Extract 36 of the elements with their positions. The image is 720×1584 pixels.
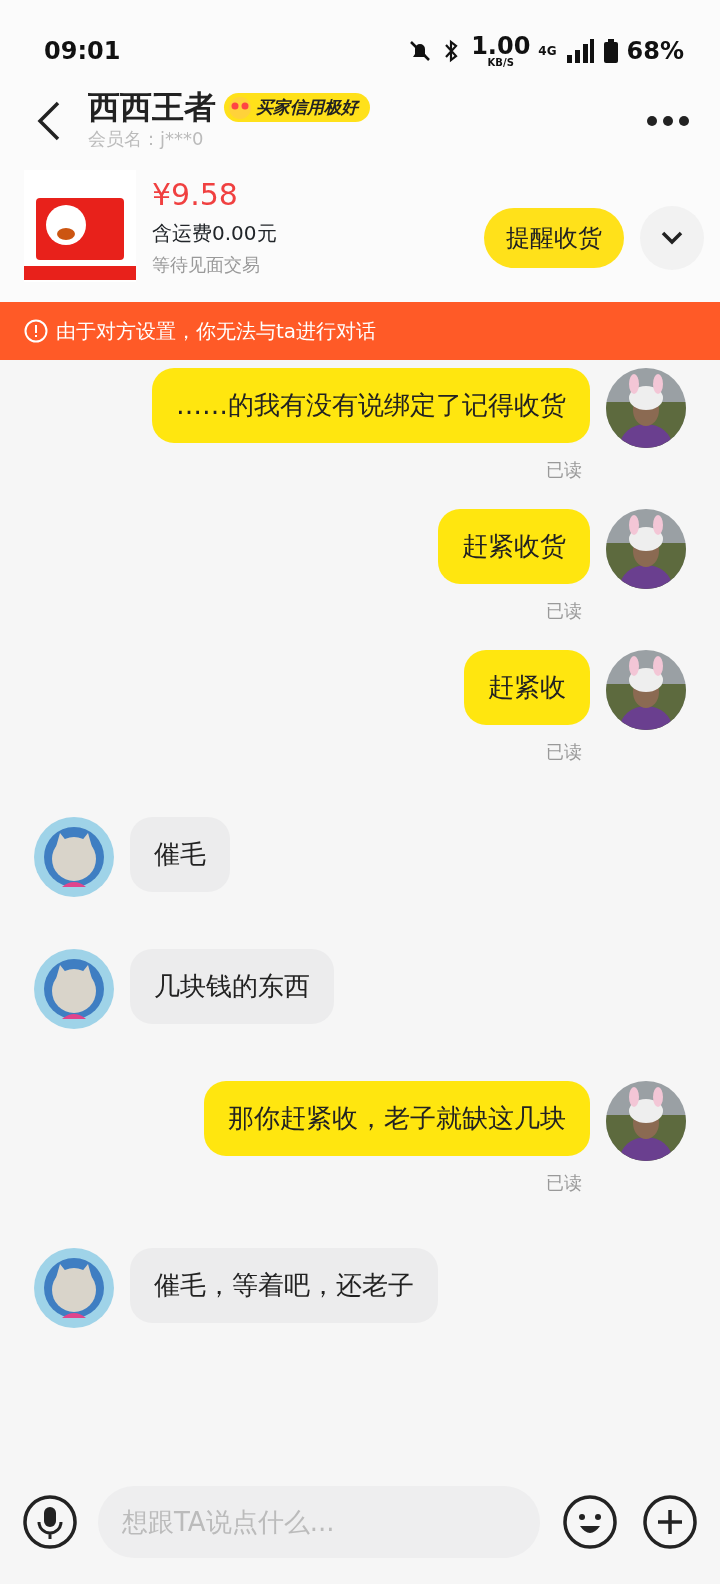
speed-unit: KB/S xyxy=(487,58,514,68)
avatar-icon xyxy=(34,1248,114,1329)
battery-level: 68% xyxy=(626,36,684,67)
status-time: 09:01 xyxy=(44,36,121,67)
contact-name: 西西王者 xyxy=(88,90,216,126)
message-bubble: 赶紧收货 xyxy=(438,509,590,585)
read-receipt: 已读 xyxy=(546,1171,582,1196)
avatar-icon xyxy=(34,949,114,1030)
notice-banner: 由于对方设置，你无法与ta进行对话 xyxy=(0,302,720,361)
chevron-down-icon xyxy=(661,231,683,246)
add-icon[interactable] xyxy=(642,1494,698,1550)
price-text: ¥9.58 xyxy=(152,175,239,214)
credit-badge: 买家信用极好 xyxy=(224,92,370,123)
microphone-icon[interactable] xyxy=(22,1494,78,1550)
trade-status: 等待见面交易 xyxy=(152,254,261,277)
read-receipt: 已读 xyxy=(546,599,582,624)
warning-icon xyxy=(24,319,48,344)
speed-text: 1.00 xyxy=(471,34,531,58)
message-bubble: 催毛 xyxy=(130,817,230,893)
shipping-text: 含运费0.00元 xyxy=(152,221,277,247)
message-bubble: 赶紧收 xyxy=(464,650,590,726)
message-bubble: 那你赶紧收，老子就缺这几块 xyxy=(204,1081,590,1157)
member-name: 会员名：j***0 xyxy=(88,127,205,152)
remind-button[interactable]: 提醒收货 xyxy=(484,208,624,269)
more-icon[interactable] xyxy=(646,115,690,128)
emoji-icon xyxy=(228,95,252,120)
network-type: 4G xyxy=(538,43,557,60)
battery-icon xyxy=(602,38,619,64)
message-bubble: 几块钱的东西 xyxy=(130,949,334,1025)
message-bubble: 催毛，等着吧，还老子 xyxy=(130,1248,438,1324)
read-receipt: 已读 xyxy=(546,458,582,483)
message-bubble: ……的我有没有说绑定了记得收货 xyxy=(152,368,590,444)
signal-icon xyxy=(564,38,595,64)
emoji-icon[interactable] xyxy=(562,1494,618,1550)
read-receipt: 已读 xyxy=(546,740,582,765)
avatar-icon xyxy=(34,817,114,898)
